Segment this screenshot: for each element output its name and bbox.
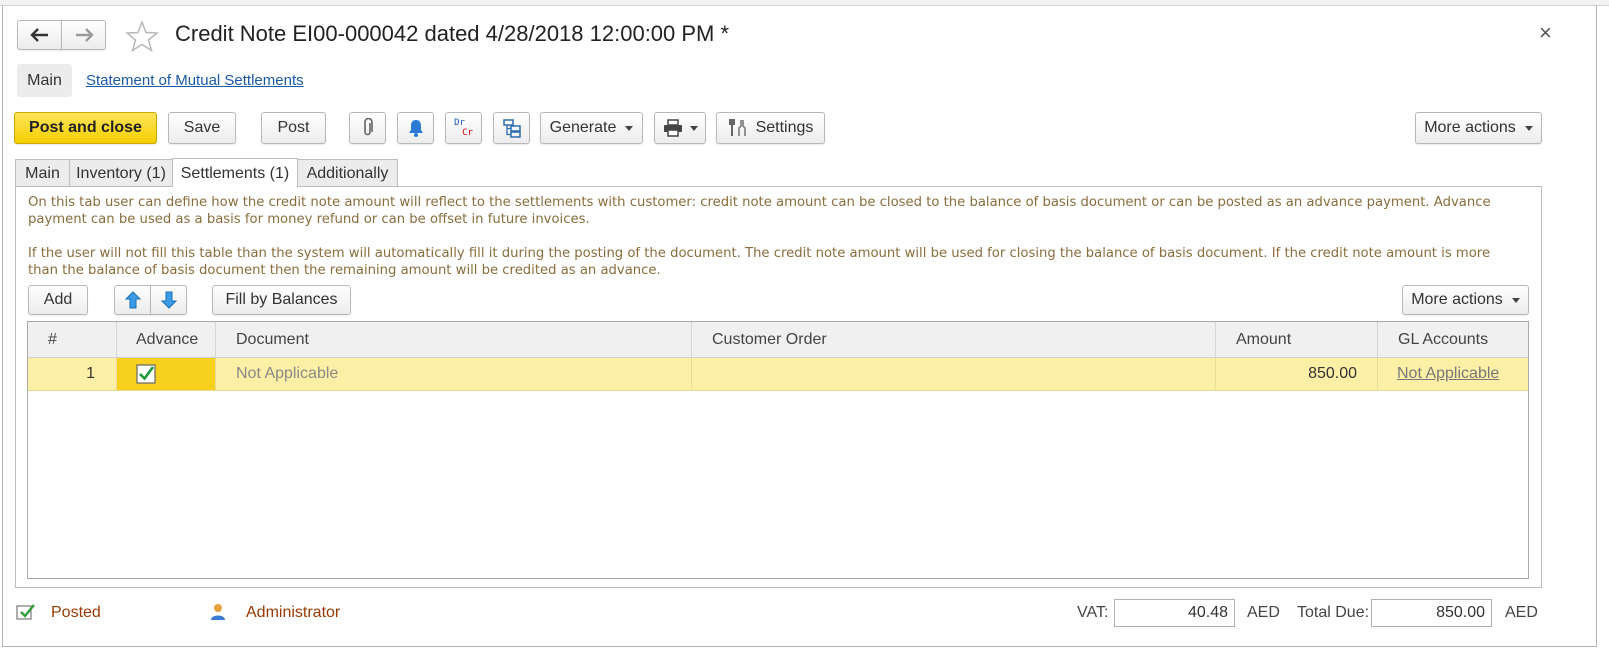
column-header-gl-accounts[interactable]: GL Accounts	[1378, 322, 1528, 358]
table-row-amount[interactable]: 850.00	[1216, 358, 1378, 391]
total-due-currency: AED	[1505, 604, 1538, 621]
table-more-actions-label: More actions	[1411, 291, 1503, 308]
settings-button[interactable]: Settings	[716, 112, 825, 144]
dr-cr-button[interactable]: Dr Cr	[445, 112, 482, 144]
generate-label: Generate	[549, 119, 617, 136]
post-and-close-button[interactable]: Post and close	[14, 112, 157, 144]
move-down-button[interactable]	[150, 285, 187, 315]
back-button[interactable]	[17, 20, 62, 50]
paperclip-icon	[363, 118, 373, 136]
more-actions-button[interactable]: More actions	[1415, 112, 1542, 144]
nav-statement-link[interactable]: Statement of Mutual Settlements	[86, 72, 304, 89]
arrow-down-icon	[160, 291, 177, 309]
column-header-document[interactable]: Document	[216, 322, 692, 358]
chevron-down-icon	[1511, 297, 1520, 303]
table-more-actions-button[interactable]: More actions	[1402, 285, 1529, 315]
posted-status-icon	[16, 603, 36, 626]
close-icon[interactable]: ×	[1539, 20, 1552, 46]
nav-main[interactable]: Main	[17, 64, 72, 97]
table-row-customer-order[interactable]	[692, 358, 1216, 391]
posted-status[interactable]: Posted	[51, 604, 101, 622]
advance-checkbox[interactable]	[136, 364, 156, 384]
structure-button[interactable]	[493, 112, 530, 144]
table-row-document[interactable]: Not Applicable	[216, 358, 692, 391]
column-header-customer-order[interactable]: Customer Order	[692, 322, 1216, 358]
settlements-table[interactable]: # Advance Document Customer Order Amount…	[27, 321, 1529, 579]
table-row-advance[interactable]	[117, 358, 216, 391]
more-actions-label: More actions	[1424, 119, 1516, 136]
tab-additionally[interactable]: Additionally	[297, 159, 398, 187]
tab-main[interactable]: Main	[15, 159, 70, 187]
arrow-up-icon	[124, 291, 141, 309]
vat-currency: AED	[1247, 604, 1280, 621]
info-paragraph-2: If the user will not fill this table tha…	[28, 246, 1491, 278]
cr-label: Cr	[462, 128, 473, 138]
vat-field[interactable]: 40.48	[1114, 599, 1235, 627]
column-header-amount[interactable]: Amount	[1216, 322, 1378, 358]
gl-accounts-link[interactable]: Not Applicable	[1397, 365, 1499, 383]
printer-icon	[663, 119, 682, 137]
fill-by-balances-button[interactable]: Fill by Balances	[212, 285, 351, 315]
save-button[interactable]: Save	[168, 112, 236, 144]
tab-inventory[interactable]: Inventory (1)	[69, 159, 173, 187]
tab-settlements[interactable]: Settlements (1)	[172, 158, 298, 188]
chevron-down-icon	[689, 125, 698, 131]
dr-label: Dr	[454, 118, 465, 128]
user-name[interactable]: Administrator	[246, 604, 340, 622]
arrow-left-icon	[29, 28, 48, 42]
tools-icon	[728, 119, 746, 136]
move-up-button[interactable]	[114, 285, 151, 315]
column-header-advance[interactable]: Advance	[117, 322, 216, 358]
table-row-gl-accounts[interactable]: Not Applicable	[1378, 358, 1528, 391]
attachment-button[interactable]	[349, 112, 386, 144]
reminder-button[interactable]	[397, 112, 434, 144]
info-paragraph-1: On this tab user can define how the cred…	[28, 195, 1491, 227]
user-icon	[210, 603, 226, 626]
chevron-down-icon	[625, 125, 634, 131]
settings-label: Settings	[755, 119, 814, 136]
forward-button[interactable]	[61, 20, 106, 50]
structure-icon	[502, 119, 521, 138]
column-header-number[interactable]: #	[28, 322, 117, 358]
add-button[interactable]: Add	[28, 285, 88, 315]
generate-button[interactable]: Generate	[540, 112, 643, 144]
total-due-field[interactable]: 850.00	[1371, 599, 1492, 627]
chevron-down-icon	[1524, 125, 1533, 131]
vat-label: VAT:	[1077, 604, 1109, 621]
post-button[interactable]: Post	[261, 112, 326, 144]
bell-icon	[408, 120, 423, 137]
arrow-right-icon	[75, 28, 94, 42]
print-button[interactable]	[654, 112, 706, 144]
table-row-number[interactable]: 1	[28, 358, 117, 391]
favorite-star-icon[interactable]	[125, 19, 159, 57]
window-title: Credit Note EI00-000042 dated 4/28/2018 …	[175, 21, 730, 46]
total-due-label: Total Due:	[1297, 604, 1370, 621]
active-tab-joiner	[173, 185, 297, 188]
